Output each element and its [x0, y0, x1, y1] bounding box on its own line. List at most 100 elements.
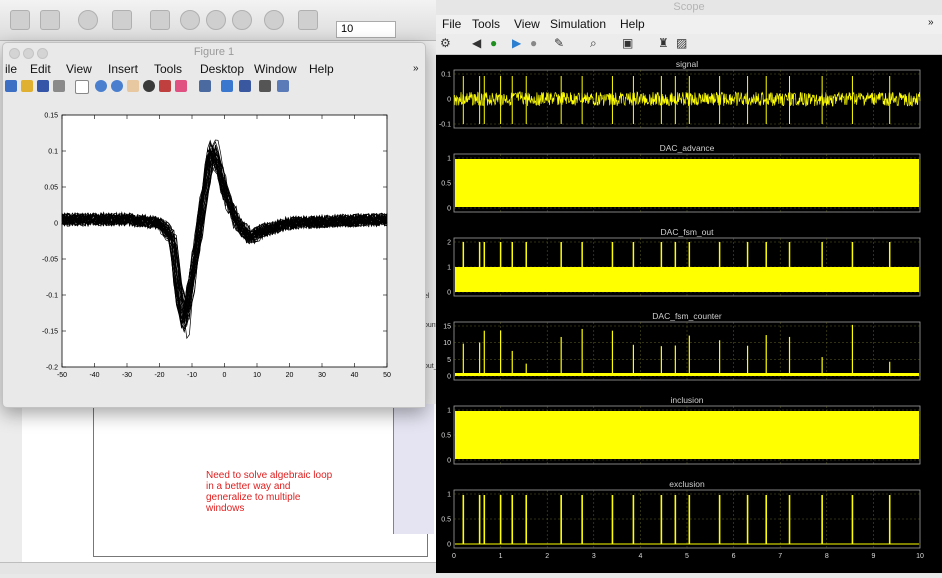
scope-y-tick-label: 0.5 — [441, 181, 451, 188]
scope-titlebar: Scope — [436, 0, 942, 15]
settings-icon[interactable] — [78, 10, 98, 30]
scope-charts[interactable]: signal 0.1 0 -0.1 DAC_advance 1 0.5 0 DAC_fsm_ou… — [436, 55, 942, 573]
run-icon[interactable]: ● — [490, 36, 497, 50]
scope-x-tick-label: 3 — [592, 553, 596, 560]
y-tick-label: -0.15 — [42, 329, 58, 336]
hide-plot-tools-icon[interactable] — [259, 80, 271, 92]
menu-overflow[interactable]: » — [413, 61, 419, 77]
colorbar-icon[interactable] — [221, 80, 233, 92]
scope-plot-title: exclusion — [669, 479, 705, 489]
x-tick-label: -20 — [154, 372, 164, 379]
x-tick-label: -30 — [122, 372, 132, 379]
scope-y-tick-label: -0.1 — [439, 122, 451, 129]
style-icon[interactable]: ▨ — [676, 36, 687, 50]
step-back-icon[interactable]: ◀ — [472, 36, 481, 50]
scale-axes-icon[interactable]: ▣ — [622, 36, 633, 50]
link-icon[interactable] — [199, 80, 211, 92]
scope-x-tick-label: 6 — [732, 553, 736, 560]
y-tick-label: 0.1 — [48, 149, 58, 156]
open-icon[interactable] — [21, 80, 33, 92]
x-tick-label: 0 — [223, 372, 227, 379]
model-annotation[interactable]: Need to solve algebraic loop in a better… — [206, 470, 346, 514]
legend-icon[interactable] — [239, 80, 251, 92]
library-icon[interactable] — [112, 10, 132, 30]
menu-insert[interactable]: Insert — [108, 61, 138, 77]
x-tick-label: 30 — [318, 372, 326, 379]
x-tick-label: 50 — [383, 372, 391, 379]
waveform-chart[interactable]: -50 -40 -30 -20 -10 0 10 20 30 40 50 0.15 0.1 0.05 0 -0… — [22, 96, 425, 407]
configuration-icon[interactable] — [298, 10, 318, 30]
x-tick-label: -10 — [187, 372, 197, 379]
menu-file[interactable]: ile — [5, 61, 17, 77]
scope-trace-fill — [455, 411, 919, 459]
pointer-icon[interactable] — [75, 80, 89, 94]
scope-menu-tools[interactable]: Tools — [472, 17, 500, 31]
scope-plot-title: DAC_fsm_out — [661, 227, 715, 237]
data-cursor-icon[interactable] — [159, 80, 171, 92]
zoom-in-icon[interactable] — [95, 80, 107, 92]
scope-window[interactable]: Scope File Tools View Simulation Help » … — [436, 0, 942, 573]
menu-tools[interactable]: Tools — [154, 61, 182, 77]
scope-x-tick-label: 5 — [685, 553, 689, 560]
scope-menu-view[interactable]: View — [514, 17, 540, 31]
scope-y-tick-label: 1 — [447, 492, 451, 499]
show-plot-tools-icon[interactable] — [277, 80, 289, 92]
y-tick-label: -0.1 — [46, 293, 58, 300]
zoom-out-icon[interactable] — [111, 80, 123, 92]
menu-desktop[interactable]: Desktop — [200, 61, 244, 77]
scope-x-tick-label: 9 — [871, 553, 875, 560]
scope-x-tick-label: 1 — [499, 553, 503, 560]
y-tick-label: 0.15 — [44, 113, 58, 120]
brush-icon[interactable] — [175, 80, 187, 92]
scope-y-tick-label: 1 — [447, 156, 451, 163]
scope-trace-fill — [455, 267, 919, 292]
menu-help[interactable]: Help — [309, 61, 334, 77]
run-icon[interactable] — [206, 10, 226, 30]
highlight-icon[interactable]: ✎ — [554, 36, 564, 50]
gear-icon[interactable]: ⚙ — [440, 36, 451, 50]
scope-y-tick-label: 0.5 — [441, 433, 451, 440]
stop-icon[interactable]: ● — [530, 36, 537, 50]
scope-plot-title: signal — [676, 59, 698, 69]
rotate-icon[interactable] — [143, 80, 155, 92]
print-icon[interactable] — [53, 80, 65, 92]
scope-y-tick-label: 15 — [443, 324, 451, 331]
step-forward-icon[interactable] — [232, 10, 252, 30]
scope-menu-simulation[interactable]: Simulation — [550, 17, 606, 31]
scope-menubar: File Tools View Simulation Help » — [436, 15, 942, 34]
new-figure-icon[interactable] — [5, 80, 17, 92]
scope-menu-help[interactable]: Help — [620, 17, 645, 31]
signal-icon[interactable] — [150, 10, 170, 30]
x-tick-label: 10 — [253, 372, 261, 379]
stop-time-input[interactable]: 10 — [336, 21, 396, 38]
save-icon[interactable] — [37, 80, 49, 92]
zoom-icon[interactable]: ⌕ — [590, 36, 597, 51]
figure-menubar: ile Edit View Insert Tools Desktop Windo… — [3, 61, 425, 77]
grid-icon[interactable] — [40, 10, 60, 30]
scope-menu-overflow[interactable]: » — [928, 17, 934, 28]
step-back-icon[interactable] — [180, 10, 200, 30]
scope-y-tick-label: 0 — [447, 374, 451, 381]
scope-menu-file[interactable]: File — [442, 17, 461, 31]
stop-icon[interactable] — [264, 10, 284, 30]
scope-y-tick-label: 0 — [447, 97, 451, 104]
y-tick-label: 0 — [54, 221, 58, 228]
scope-y-tick-label: 0.5 — [441, 517, 451, 524]
menu-edit[interactable]: Edit — [30, 61, 51, 77]
triggers-icon[interactable]: ♜ — [658, 36, 669, 50]
scope-x-tick-label: 2 — [545, 553, 549, 560]
figure-window[interactable]: Figure 1 ile Edit View Insert Tools Desk… — [2, 42, 426, 408]
scope-x-tick-label: 7 — [778, 553, 782, 560]
menu-view[interactable]: View — [66, 61, 92, 77]
scope-plots-area[interactable]: signal 0.1 0 -0.1 DAC_advance 1 0.5 0 DAC_fsm_ou… — [436, 55, 942, 573]
pan-icon[interactable] — [127, 80, 139, 92]
figure-plot-area[interactable]: -50 -40 -30 -20 -10 0 10 20 30 40 50 0.15 0.1 0.05 0 -0… — [22, 96, 425, 407]
scope-plot-title: inclusion — [670, 395, 703, 405]
x-tick-label: 40 — [351, 372, 359, 379]
scope-x-tick-label: 4 — [638, 553, 642, 560]
home-icon[interactable] — [10, 10, 30, 30]
step-forward-icon[interactable]: ▶ — [512, 36, 521, 50]
subsystem-block-shadow — [393, 404, 434, 534]
plot-axes-box — [61, 114, 388, 368]
menu-window[interactable]: Window — [254, 61, 297, 77]
